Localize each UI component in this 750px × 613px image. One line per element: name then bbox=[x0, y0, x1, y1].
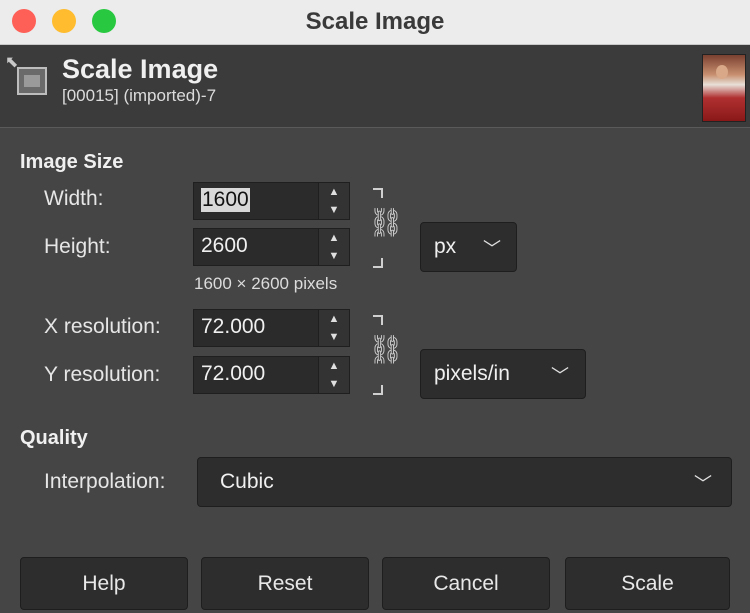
chain-bracket-bottom bbox=[373, 258, 383, 268]
image-thumbnail bbox=[702, 54, 746, 122]
y-resolution-label: Y resolution: bbox=[44, 363, 161, 386]
height-label: Height: bbox=[44, 235, 111, 258]
dialog-title: Scale Image bbox=[62, 54, 219, 84]
height-stepper[interactable]: ▲ ▼ bbox=[318, 229, 349, 265]
x-resolution-spinbox[interactable]: 72.000 ▲ ▼ bbox=[193, 309, 350, 347]
chevron-down-icon: ﹀ bbox=[551, 366, 569, 386]
decrement-arrow-icon[interactable]: ▼ bbox=[319, 328, 349, 346]
size-unit-value: px bbox=[434, 235, 457, 258]
interpolation-label: Interpolation: bbox=[44, 470, 166, 493]
window-titlebar: Scale Image bbox=[0, 0, 750, 45]
width-spinbox[interactable]: 1600 ▲ ▼ bbox=[193, 182, 350, 220]
size-unit-dropdown[interactable]: px ﹀ bbox=[420, 222, 517, 272]
y-resolution-spinbox[interactable]: 72.000 ▲ ▼ bbox=[193, 356, 350, 394]
chain-bracket-top bbox=[373, 315, 383, 325]
increment-arrow-icon[interactable]: ▲ bbox=[319, 229, 349, 247]
chevron-down-icon: ﹀ bbox=[483, 239, 501, 259]
increment-arrow-icon[interactable]: ▲ bbox=[319, 357, 349, 375]
x-resolution-value[interactable]: 72.000 bbox=[201, 315, 265, 339]
increment-arrow-icon[interactable]: ▲ bbox=[319, 310, 349, 328]
scale-button[interactable]: Scale bbox=[565, 557, 730, 610]
y-resolution-value[interactable]: 72.000 bbox=[201, 362, 265, 386]
pixel-dimensions-text: 1600 × 2600 pixels bbox=[194, 274, 338, 293]
chain-bracket-bottom bbox=[373, 385, 383, 395]
width-value[interactable]: 1600 bbox=[201, 188, 250, 212]
width-stepper[interactable]: ▲ ▼ bbox=[318, 183, 349, 219]
image-name: [00015] (imported)-7 bbox=[62, 86, 217, 105]
height-spinbox[interactable]: 2600 ▲ ▼ bbox=[193, 228, 350, 266]
resolution-unit-dropdown[interactable]: pixels/in ﹀ bbox=[420, 349, 586, 399]
image-size-heading: Image Size bbox=[20, 151, 124, 173]
chain-link-icon[interactable]: ⛓ bbox=[368, 206, 404, 239]
chevron-down-icon: ﹀ bbox=[694, 474, 712, 494]
decrement-arrow-icon[interactable]: ▼ bbox=[319, 201, 349, 219]
interpolation-value: Cubic bbox=[220, 470, 274, 493]
x-resolution-label: X resolution: bbox=[44, 315, 161, 338]
decrement-arrow-icon[interactable]: ▼ bbox=[319, 247, 349, 265]
window-title: Scale Image bbox=[305, 8, 445, 35]
width-label: Width: bbox=[44, 187, 104, 210]
cancel-button[interactable]: Cancel bbox=[382, 557, 550, 610]
reset-button[interactable]: Reset bbox=[201, 557, 369, 610]
decrement-arrow-icon[interactable]: ▼ bbox=[319, 375, 349, 393]
y-resolution-stepper[interactable]: ▲ ▼ bbox=[318, 357, 349, 393]
quality-heading: Quality bbox=[20, 427, 88, 449]
image-icon bbox=[17, 67, 47, 95]
interpolation-dropdown[interactable]: Cubic ﹀ bbox=[197, 457, 732, 507]
chain-link-icon[interactable]: ⛓ bbox=[368, 333, 404, 366]
help-button[interactable]: Help bbox=[20, 557, 188, 610]
chain-bracket-top bbox=[373, 188, 383, 198]
x-resolution-stepper[interactable]: ▲ ▼ bbox=[318, 310, 349, 346]
resolution-unit-value: pixels/in bbox=[434, 362, 510, 385]
increment-arrow-icon[interactable]: ▲ bbox=[319, 183, 349, 201]
height-value[interactable]: 2600 bbox=[201, 234, 248, 258]
